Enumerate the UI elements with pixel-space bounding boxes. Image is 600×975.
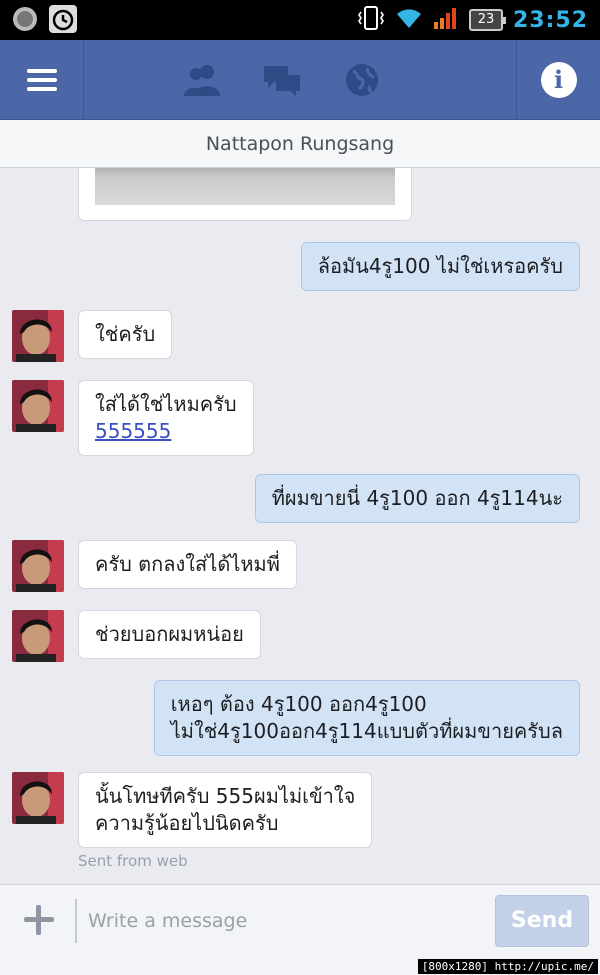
message-text: ล้อมัน4รู100 ไม่ใช่เหรอครับ (317, 254, 563, 278)
message-text: ช่วยบอกผมหน่อย (95, 622, 244, 646)
status-time: 23:52 (512, 7, 588, 33)
message-text: ครับ ตกลงใส่ได้ไหมพี่ (95, 552, 280, 576)
watermark: [800x1280] http://upic.me/ (417, 959, 598, 974)
shared-photo[interactable] (78, 168, 412, 221)
info-button[interactable]: i (516, 40, 600, 120)
message-text: เหอๆ ต้อง 4รู100 ออก4รู100 (170, 692, 427, 716)
wifi-icon (395, 6, 423, 34)
avatar[interactable] (12, 772, 64, 824)
message-bubble-incoming: ใช่ครับ (78, 310, 173, 359)
message-text: ใช่ครับ (95, 322, 156, 346)
message-input[interactable] (88, 901, 478, 941)
menu-icon (26, 64, 57, 96)
avatar[interactable] (12, 310, 64, 362)
send-button[interactable]: Send (495, 895, 589, 947)
message-text: ความรู้น้อยไปนิดครับ (95, 811, 279, 835)
avatar[interactable] (12, 380, 64, 432)
composer-divider (75, 899, 77, 943)
avatar[interactable] (12, 540, 64, 592)
info-icon: i (540, 62, 577, 98)
bottom-strip: [800x1280] http://upic.me/ (0, 956, 600, 975)
message-bubble-incoming: ครับ ตกลงใส่ได้ไหมพี่ (78, 540, 297, 589)
message-composer: Send (0, 884, 600, 956)
avatar[interactable] (12, 610, 64, 662)
add-attachment-icon[interactable] (22, 903, 56, 937)
message-bubble-outgoing: เหอๆ ต้อง 4รู100 ออก4รู100 ไม่ใช่4รู100อ… (153, 680, 580, 756)
message-text: ไม่ใช่4รู100ออก4รู114แบบตัวที่ผมขายครับล (170, 719, 563, 743)
messages-icon[interactable] (260, 58, 304, 102)
message-bubble-incoming: ใส่ได้ใช่ไหมครับ 555555 (78, 380, 254, 456)
message-bubble-incoming: ช่วยบอกผมหน่อย (78, 610, 261, 659)
conversation-title: Nattapon Rungsang (0, 120, 600, 168)
battery-icon: 23 (468, 9, 506, 31)
message-text: นั้นโทษทีครับ 555ผมไม่เข้าใจ (95, 784, 356, 808)
notifications-globe-icon[interactable] (340, 58, 384, 102)
photo-thumbnail (95, 168, 395, 205)
message-bubble-incoming: นั้นโทษทีครับ 555ผมไม่เข้าใจ ความรู้น้อย… (78, 772, 373, 848)
message-text: ใส่ได้ใช่ไหมครับ (95, 392, 237, 416)
sent-from-label: Sent from web (78, 852, 188, 870)
message-text: ที่ผมขายนี่ 4รู100 ออก 4รู114นะ (271, 486, 563, 510)
menu-button[interactable] (0, 40, 84, 120)
vibrate-icon (357, 5, 385, 35)
top-nav-bar: i (0, 40, 600, 120)
message-bubble-outgoing: ล้อมัน4รู100 ไม่ใช่เหรอครับ (300, 242, 580, 291)
sync-icon (10, 4, 40, 38)
signal-icon (433, 6, 459, 34)
message-list[interactable]: ล้อมัน4รู100 ไม่ใช่เหรอครับ ใช่ครับ ใส่ไ… (0, 168, 600, 884)
status-bar: 23 23:52 (0, 0, 600, 40)
friend-requests-icon[interactable] (180, 58, 224, 102)
alarm-icon (48, 4, 78, 38)
message-link[interactable]: 555555 (95, 418, 237, 445)
message-bubble-outgoing: ที่ผมขายนี่ 4รู100 ออก 4รู114นะ (254, 474, 580, 523)
